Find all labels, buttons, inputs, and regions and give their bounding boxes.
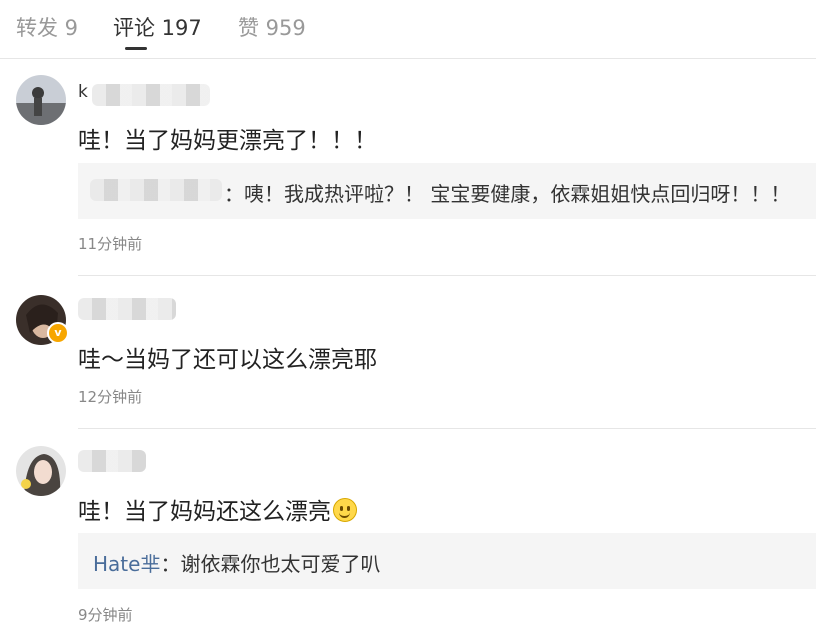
blurred-username <box>78 298 176 320</box>
reply-text: ：咦！我成热评啦？！ 宝宝要健康，依霖姐姐快点回归呀！！！ <box>224 182 791 206</box>
divider <box>78 428 816 429</box>
username[interactable]: k <box>78 82 88 102</box>
tab-likes[interactable]: 赞 959 <box>238 12 306 42</box>
comment-text: 哇～当妈了还可以这么漂亮耶 <box>78 347 377 373</box>
reply-box: ：咦！我成热评啦？！ 宝宝要健康，依霖姐姐快点回归呀！！！ <box>78 163 816 219</box>
reply-username-link[interactable]: Hate芈 <box>93 552 160 576</box>
avatar[interactable] <box>16 446 66 496</box>
comment-text: 哇！当了妈妈还这么漂亮 <box>78 492 357 526</box>
timestamp: 9分钟前 <box>78 606 133 624</box>
reply-box: Hate芈：谢依霖你也太可爱了叭 <box>78 533 816 589</box>
tab-bar: 转发 9 评论 197 赞 959 <box>0 0 816 59</box>
blurred-username <box>78 450 146 472</box>
timestamp: 12分钟前 <box>78 388 143 406</box>
verified-badge-icon: v <box>47 322 69 344</box>
tab-reposts[interactable]: 转发 9 <box>16 12 78 42</box>
divider <box>78 275 816 276</box>
tab-comments[interactable]: 评论 197 <box>113 12 202 42</box>
timestamp: 11分钟前 <box>78 235 143 253</box>
reply-text-line: Hate芈：谢依霖你也太可爱了叭 <box>93 548 380 577</box>
reply-text: ：谢依霖你也太可爱了叭 <box>160 552 381 576</box>
smile-emoji-icon <box>333 498 357 522</box>
blurred-reply-username <box>90 179 222 201</box>
active-tab-indicator <box>125 47 147 50</box>
comment-text: 哇！当了妈妈更漂亮了！！！ <box>78 128 377 154</box>
avatar[interactable] <box>16 75 66 125</box>
comment-text-content: 哇！当了妈妈还这么漂亮 <box>78 499 331 525</box>
blurred-username <box>92 84 210 106</box>
